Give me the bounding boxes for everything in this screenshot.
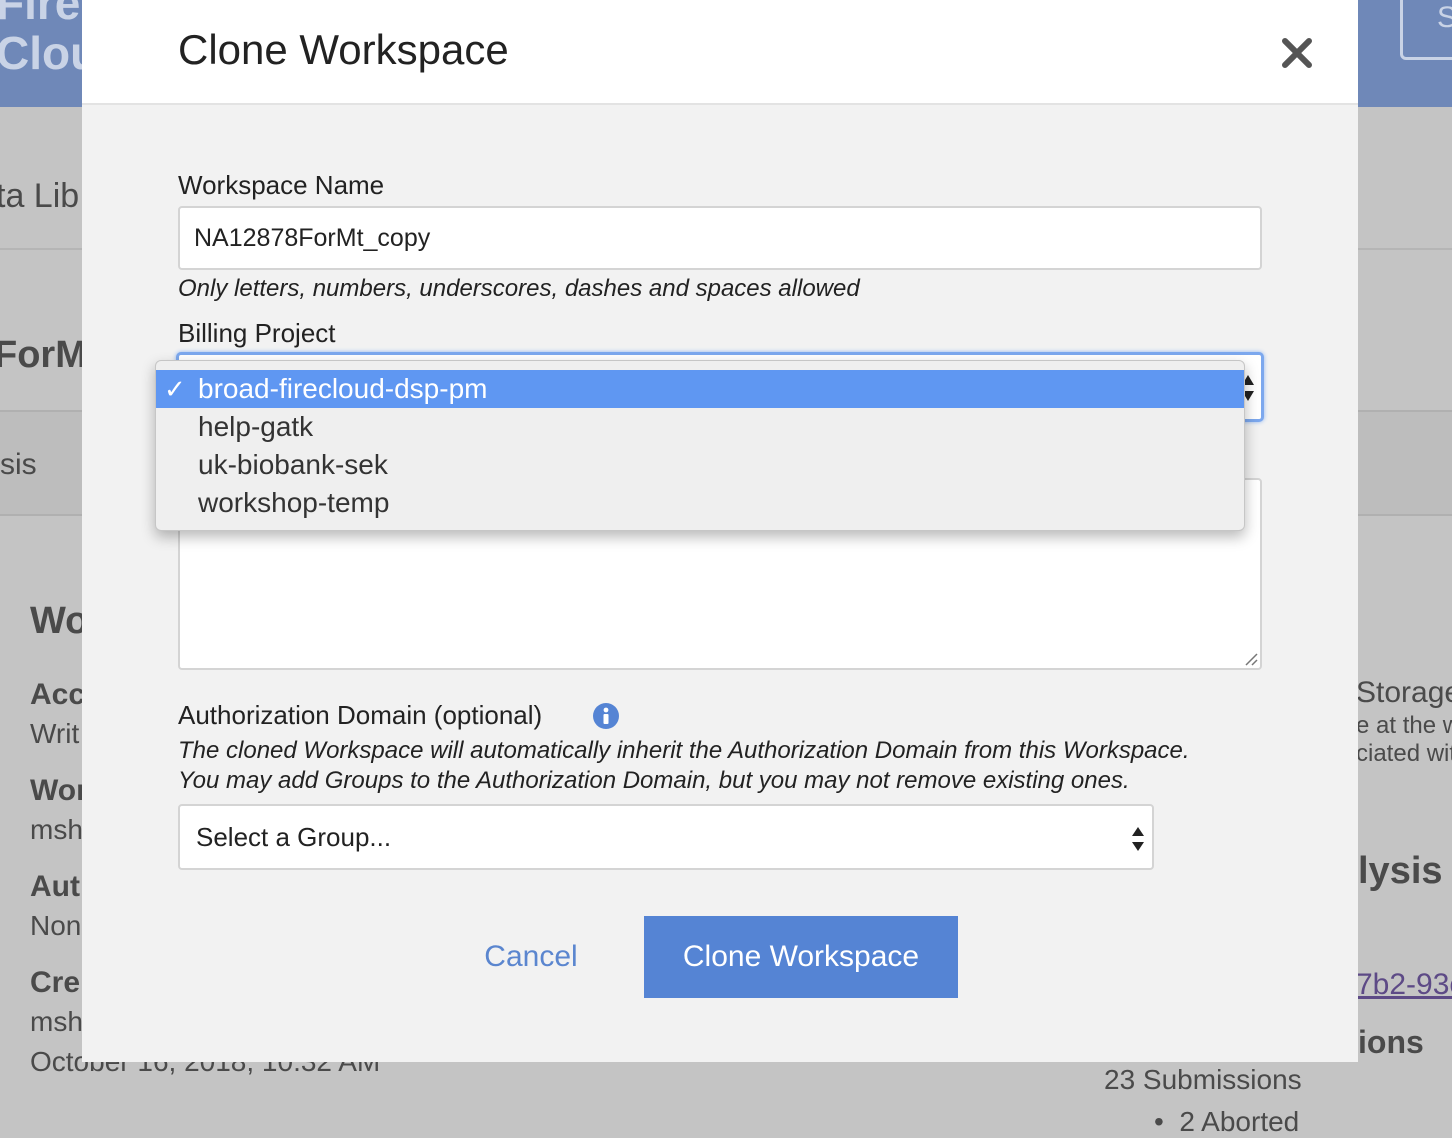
workspace-name-label: Workspace Name (178, 170, 385, 200)
workspace-name-hint: Only letters, numbers, underscores, dash… (178, 275, 860, 302)
clone-workspace-button[interactable]: Clone Workspace (644, 916, 958, 998)
created-by-value: msh (30, 1006, 83, 1037)
close-icon[interactable] (1280, 36, 1314, 70)
section-heading: Wo (30, 600, 89, 642)
billing-option-help-gatk[interactable]: help-gatk (156, 408, 1244, 446)
created-label: Cre (30, 966, 81, 999)
resize-grip-icon[interactable] (1242, 650, 1258, 666)
auth-domain-hint-line-2: You may add Groups to the Authorization … (178, 767, 1130, 794)
analysis-heading: lysis (1358, 850, 1443, 892)
workspace-name-input[interactable] (178, 206, 1262, 270)
tab-analysis[interactable]: sis (0, 448, 37, 482)
analysis-link[interactable]: 7b2-93c (1356, 968, 1452, 1002)
billing-project-label: Billing Project (178, 318, 336, 348)
auth-domain-label-bg: Aut (30, 870, 80, 903)
owner-label: Wor (30, 774, 88, 807)
billing-project-dropdown: ✓ broad-firecloud-dsp-pm help-gatk uk-bi… (155, 360, 1245, 531)
owner-value: msh (30, 814, 83, 845)
billing-option-broad-firecloud-dsp-pm[interactable]: ✓ broad-firecloud-dsp-pm (156, 370, 1244, 408)
billing-option-uk-biobank-sek[interactable]: uk-biobank-sek (156, 446, 1244, 484)
storage-line-2: ciated wit (1356, 740, 1452, 767)
modal-title: Clone Workspace (178, 26, 509, 73)
select-arrows-icon (1132, 827, 1144, 851)
clone-workspace-modal: Clone Workspace Workspace Name Only lett… (82, 0, 1358, 1062)
submissions-aborted: • 2 Aborted (1154, 1106, 1300, 1137)
storage-line-1: e at the w (1356, 712, 1452, 739)
group-select[interactable]: Select a Group... (178, 804, 1154, 870)
billing-option-label: help-gatk (198, 411, 314, 442)
auth-domain-hint-line-1: The cloned Workspace will automatically … (178, 737, 1190, 764)
billing-option-label: broad-firecloud-dsp-pm (198, 373, 488, 404)
info-icon[interactable] (592, 702, 620, 730)
cancel-button[interactable]: Cancel (466, 916, 596, 998)
group-select-value: Select a Group... (196, 822, 392, 852)
billing-option-label: uk-biobank-sek (198, 449, 388, 480)
checkmark-icon: ✓ (164, 374, 186, 404)
submissions-count: 23 Submissions (1104, 1064, 1302, 1095)
billing-option-label: workshop-temp (198, 487, 390, 518)
header-button[interactable]: S (1400, 0, 1452, 60)
auth-domain-label: Authorization Domain (optional) (178, 700, 543, 730)
access-label: Acc (30, 678, 86, 711)
billing-option-workshop-temp[interactable]: workshop-temp (156, 484, 1244, 522)
nav-item-data-library[interactable]: ta Lib (0, 177, 79, 216)
storage-heading: Storage (1356, 676, 1452, 709)
auth-domain-value-bg: Non (30, 910, 82, 941)
access-value: Writ (30, 718, 80, 749)
modal-header: Clone Workspace (82, 0, 1358, 105)
submissions-heading: ions (1358, 1024, 1424, 1060)
submissions-aborted-text: 2 Aborted (1179, 1106, 1300, 1137)
